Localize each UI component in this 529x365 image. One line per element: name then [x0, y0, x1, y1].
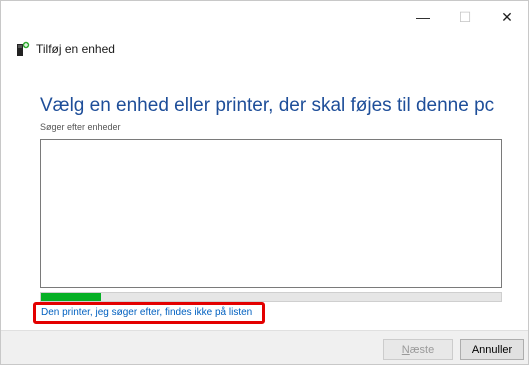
add-device-icon [16, 41, 30, 57]
next-button-label: æste [409, 343, 435, 356]
window-controls: — ☐ ✕ [402, 1, 528, 33]
search-status: Søger efter enheder [40, 122, 121, 132]
maximize-button: ☐ [458, 8, 472, 25]
dialog-footer: Næste Annuller [1, 330, 528, 364]
device-list[interactable] [40, 139, 502, 288]
search-progress-fill [41, 293, 101, 301]
add-device-window: — ☐ ✕ Tilføj en enhed Vælg en enhed elle… [0, 0, 529, 365]
page-heading: Vælg en enhed eller printer, der skal fø… [40, 95, 495, 116]
link-highlight-box [33, 302, 265, 324]
minimize-button[interactable]: — [402, 1, 444, 33]
window-title: Tilføj en enhed [36, 42, 115, 56]
next-button-mnemonic: N [401, 343, 410, 356]
search-progress-bar [40, 292, 502, 302]
close-button[interactable]: ✕ [486, 1, 528, 33]
next-button: Næste [383, 339, 453, 360]
window-title-bar: Tilføj en enhed [16, 41, 115, 57]
cancel-button[interactable]: Annuller [460, 339, 524, 360]
